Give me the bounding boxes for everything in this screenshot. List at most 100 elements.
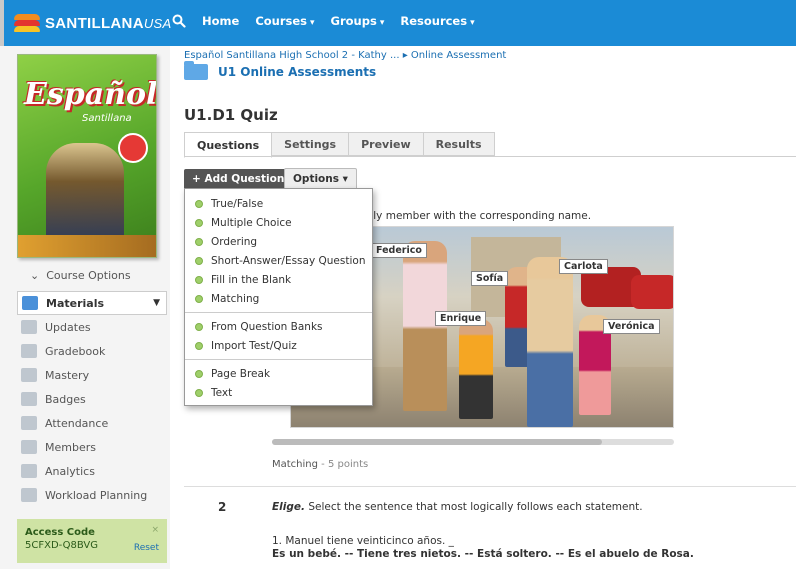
mastery-icon [21,368,37,382]
sidebar-item-attendance[interactable]: Attendance [17,411,167,435]
sidebar-item-workload-planning[interactable]: Workload Planning [17,483,167,507]
diamond-bullet-icon [195,218,203,227]
chevron-down-icon: ▾ [379,18,385,28]
assessment-tabs: Questions Settings Preview Results [184,132,495,158]
menu-item-matching[interactable]: Matching [185,289,372,308]
tab-questions[interactable]: Questions [184,132,273,158]
diamond-bullet-icon [195,341,203,350]
course-book-cover[interactable]: Español Santillana [17,54,157,258]
question-1-meta: Matching - 5 points [272,459,368,470]
logo-text: SANTILLANAUSA [45,14,172,32]
book-cover-strip [18,235,156,257]
course-options-link[interactable]: ⌄ Course Options [30,269,131,282]
sidebar-item-badges[interactable]: Badges [17,387,167,411]
question-divider [184,486,796,487]
question-2-choices: Es un bebé. -- Tiene tres nietos. -- Est… [272,548,694,560]
main-nav: Home Courses ▾ Groups ▾ Resources ▾ [202,14,475,28]
gradebook-icon [21,344,37,358]
sidebar-item-gradebook[interactable]: Gradebook [17,339,167,363]
sidebar-item-label: Badges [45,392,86,406]
sidebar-item-analytics[interactable]: Analytics [17,459,167,483]
workload-planning-icon [21,488,37,502]
menu-divider [185,359,372,360]
question-1-prompt: h family member with the corresponding n… [340,210,592,222]
sidebar-item-label: Materials [46,296,105,310]
tab-settings[interactable]: Settings [271,132,350,156]
matching-label[interactable]: Federico [371,243,427,258]
badges-icon [21,392,37,406]
sidebar-item-label: Workload Planning [45,488,148,502]
folder-icon [184,61,208,80]
tab-results[interactable]: Results [422,132,495,156]
sidebar-menu: Materials ▼ Updates Gradebook Mastery Ba… [17,291,167,507]
menu-item-import-test-quiz[interactable]: Import Test/Quiz [185,336,372,355]
sidebar-item-label: Analytics [45,464,95,478]
diamond-bullet-icon [195,322,203,331]
sidebar-item-label: Updates [45,320,91,334]
breadcrumb[interactable]: Español Santillana High School 2 - Kathy… [184,50,506,61]
santillana-logo[interactable]: SANTILLANAUSA [14,10,171,36]
menu-item-text[interactable]: Text [185,383,372,402]
access-code-label: Access Code [25,527,95,538]
menu-item-multiple-choice[interactable]: Multiple Choice [185,213,372,232]
diamond-bullet-icon [195,388,203,397]
menu-item-ordering[interactable]: Ordering [185,232,372,251]
book-badge-icon [118,133,148,163]
add-question-dropdown: True/False Multiple Choice Ordering Shor… [184,188,373,406]
nav-groups[interactable]: Groups ▾ [331,14,385,28]
diamond-bullet-icon [195,237,203,246]
question-2-number: 2 [218,500,227,514]
access-code-reset-link[interactable]: Reset [134,543,159,553]
menu-item-page-break[interactable]: Page Break [185,364,372,383]
menu-item-from-question-banks[interactable]: From Question Banks [185,317,372,336]
left-edge [0,0,4,46]
search-button[interactable] [168,10,190,32]
sidebar-item-members[interactable]: Members [17,435,167,459]
menu-item-true-false[interactable]: True/False [185,194,372,213]
access-code-box: Access Code 5CFXD-Q8BVG Reset × [17,519,167,563]
horizontal-scrollbar[interactable] [272,439,674,445]
tab-preview[interactable]: Preview [348,132,424,156]
photo-person-boy [459,319,493,419]
page-title: U1.D1 Quiz [184,106,278,124]
logo-swoosh-icon [14,13,40,33]
photo-car [631,275,673,309]
sidebar-item-label: Members [45,440,96,454]
folder-header: U1 Online Assessments [184,61,376,80]
diamond-bullet-icon [195,275,203,284]
add-question-button[interactable]: + Add Question [184,169,293,189]
nav-courses[interactable]: Courses ▾ [255,14,314,28]
attendance-icon [21,416,37,430]
caret-down-icon: ▼ [153,298,160,308]
nav-home[interactable]: Home [202,14,239,28]
matching-label[interactable]: Carlota [559,259,608,274]
materials-icon [22,296,38,310]
question-2-prompt: Elige. Select the sentence that most log… [272,501,643,513]
menu-item-short-answer-essay[interactable]: Short-Answer/Essay Question [185,251,372,270]
sidebar-item-mastery[interactable]: Mastery [17,363,167,387]
nav-resources[interactable]: Resources ▾ [400,14,474,28]
options-button[interactable]: Options ▾ [284,168,357,190]
analytics-icon [21,464,37,478]
search-icon [172,14,186,28]
menu-item-fill-in-the-blank[interactable]: Fill in the Blank [185,270,372,289]
updates-icon [21,320,37,334]
sidebar-item-label: Attendance [45,416,109,430]
sidebar-item-materials[interactable]: Materials ▼ [17,291,167,315]
book-subtitle: Santillana [82,113,132,124]
question-2-statement: 1. Manuel tiene veinticinco años. _ [272,535,454,547]
scrollbar-thumb[interactable] [272,439,602,445]
menu-divider [185,312,372,313]
sidebar-item-label: Gradebook [45,344,106,358]
sidebar-item-updates[interactable]: Updates [17,315,167,339]
folder-title[interactable]: U1 Online Assessments [218,65,376,79]
matching-label[interactable]: Verónica [603,319,660,334]
chevron-down-icon: ▾ [470,18,475,28]
matching-label[interactable]: Enrique [435,311,487,326]
top-navigation-bar: SANTILLANAUSA Home Courses ▾ Groups ▾ Reso… [0,0,796,46]
matching-label[interactable]: Sofía [471,271,509,286]
question-points: - 5 points [321,459,369,470]
close-icon[interactable]: × [151,525,159,535]
chevron-down-icon: ⌄ [30,269,40,282]
tabs-divider [184,156,796,157]
